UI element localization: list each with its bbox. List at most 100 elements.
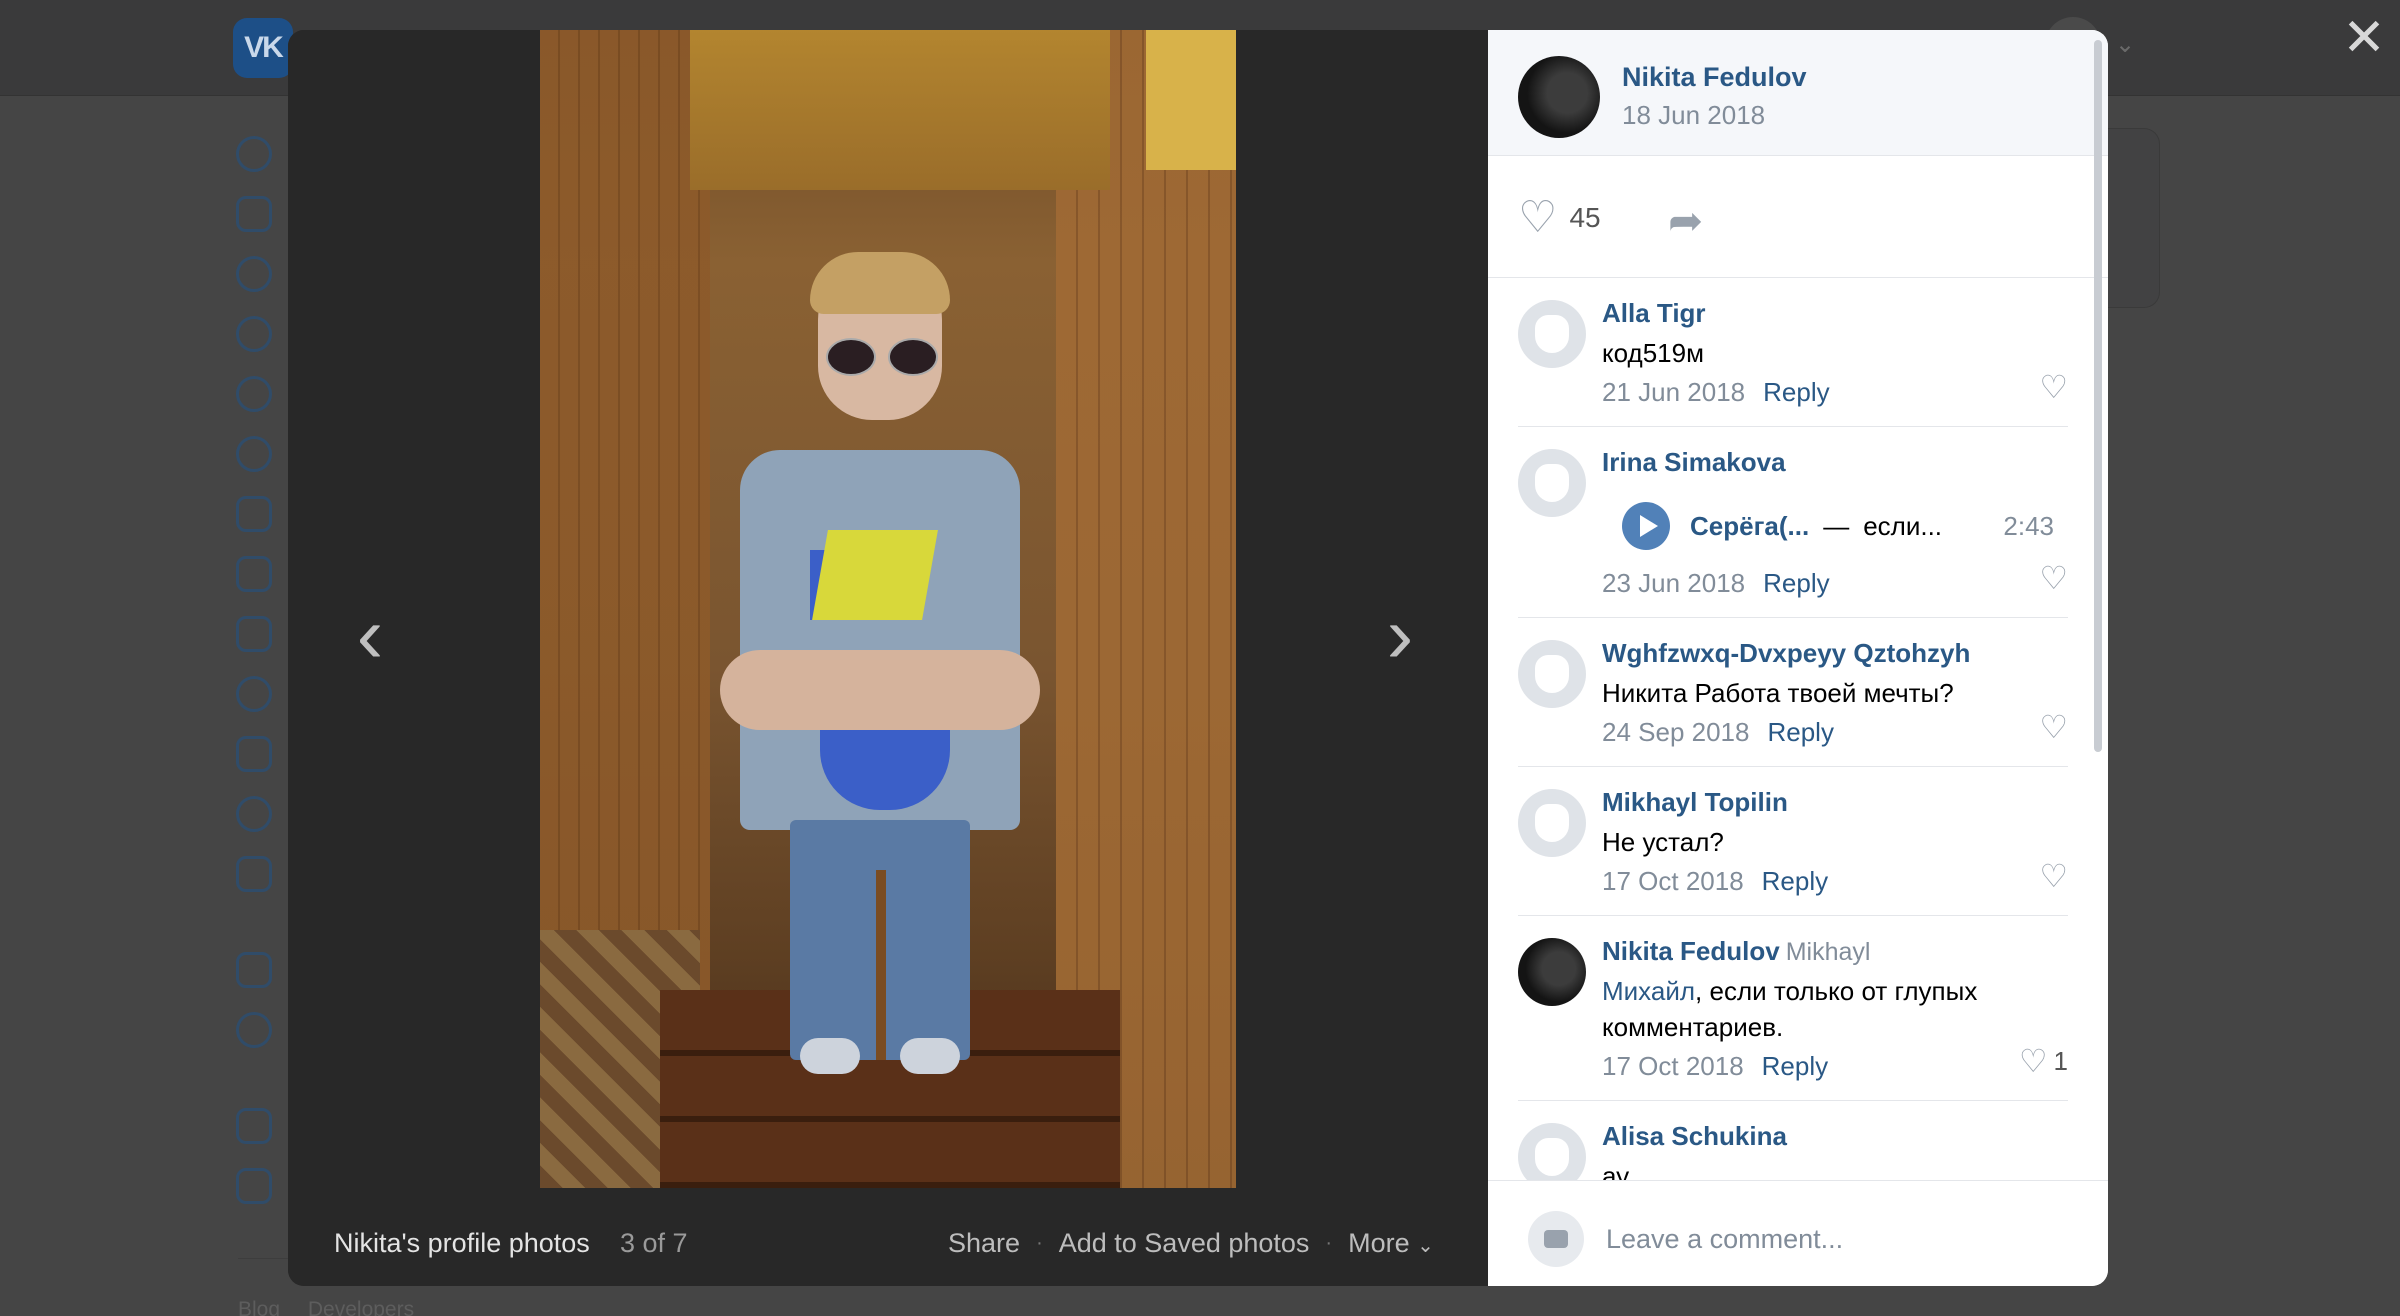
comment-item: Irina Simakova Серёга(... — если... 2:43… [1518, 427, 2068, 618]
comment-author[interactable]: Mikhayl Topilin [1602, 787, 2068, 818]
comment-date[interactable]: 21 Jun 2018 [1602, 377, 1745, 407]
post-header: Nikita Fedulov 18 Jun 2018 [1488, 30, 2108, 156]
audio-artist[interactable]: Серёга(... [1690, 511, 1809, 542]
heart-icon: ♡ [2039, 369, 2068, 405]
heart-icon: ♡ [2039, 709, 2068, 745]
comment-date[interactable]: 24 Sep 2018 [1602, 717, 1749, 747]
reply-button[interactable]: Reply [1763, 568, 1829, 598]
author-name[interactable]: Nikita Fedulov [1622, 62, 1807, 93]
chevron-right-icon[interactable]: › [1370, 595, 1430, 675]
audio-title: если... [1863, 510, 1943, 541]
audio-separator: — [1823, 510, 1850, 541]
comment-item: Nikita Fedulov Mikhayl Михайл, если тольк… [1518, 916, 2068, 1101]
comment-date[interactable]: 23 Jun 2018 [1602, 568, 1745, 598]
comment-date[interactable]: 17 Oct 2018 [1602, 1051, 1744, 1081]
camera-icon[interactable] [1528, 1211, 1584, 1267]
comment-like-button[interactable]: ♡ [2039, 708, 2068, 746]
calls-icon [236, 316, 272, 352]
separator-dot: · [1325, 1231, 1333, 1254]
footer-link-blog: Blog [238, 1298, 281, 1316]
avatar[interactable] [1518, 300, 1586, 368]
chevron-down-icon: ⌄ [2115, 31, 2136, 58]
album-title[interactable]: Nikita's profile photos [334, 1228, 590, 1259]
reply-button[interactable]: Reply [1762, 866, 1828, 896]
footer-link-developers: Developers [307, 1298, 415, 1316]
play-icon[interactable] [1622, 502, 1670, 550]
avatar[interactable] [1518, 789, 1586, 857]
comment-author[interactable]: Irina Simakova [1602, 447, 2068, 478]
background-footer: Blog Developers [238, 1298, 436, 1316]
comment-item: Alla Tigr код519м 21 Jun 2018 Reply ♡ [1518, 278, 2068, 427]
share-link[interactable]: Share [948, 1228, 1020, 1259]
bookmarks-icon [236, 1108, 272, 1144]
comment-like-count: 1 [2053, 1045, 2068, 1076]
reply-to-name[interactable]: Mikhayl [1786, 938, 1871, 966]
chevron-left-icon[interactable]: ‹ [340, 595, 400, 675]
music-icon [236, 556, 272, 592]
more-label: More [1348, 1227, 1410, 1258]
comment-author[interactable]: Alisa Schukina [1602, 1121, 2068, 1152]
comment-author[interactable]: Alla Tigr [1602, 298, 2068, 329]
messages-icon [236, 256, 272, 292]
comment-item: Wghfzwxq-Dvxpeyy Qztohzyh Никита Работа … [1518, 618, 2068, 767]
photo-viewer: ‹ › Nikita's profile photos 3 of 7 Share… [288, 30, 1488, 1286]
profile-icon [236, 136, 272, 172]
comment-like-button[interactable]: ♡ [2039, 857, 2068, 895]
services-icon [236, 952, 272, 988]
post-actions: ♡ 45 ➦ [1488, 156, 2108, 278]
games-icon [236, 736, 272, 772]
audio-attachment: Серёга(... — если... 2:43 [1622, 502, 2068, 550]
comment-date[interactable]: 17 Oct 2018 [1602, 866, 1744, 896]
comment-composer [1488, 1180, 2108, 1286]
avatar[interactable] [1518, 449, 1586, 517]
comments-panel: Nikita Fedulov 18 Jun 2018 ♡ 45 ➦ Alla T… [1488, 30, 2108, 1286]
ads-icon [236, 1168, 272, 1204]
comment-author[interactable]: Wghfzwxq-Dvxpeyy Qztohzyh [1602, 638, 2068, 669]
videos-icon [236, 616, 272, 652]
photo-actions: Share · Add to Saved photos · More ⌄ [948, 1228, 1434, 1259]
market-icon [236, 856, 272, 892]
chevron-down-icon: ⌄ [1417, 1234, 1434, 1257]
save-photo-link[interactable]: Add to Saved photos [1059, 1228, 1310, 1259]
payments-icon [236, 1012, 272, 1048]
background-card [2108, 128, 2160, 308]
stickers-icon [236, 796, 272, 832]
more-menu[interactable]: More ⌄ [1348, 1228, 1434, 1259]
viewer-footer: Nikita's profile photos 3 of 7 Share · A… [288, 1218, 1488, 1268]
reply-button[interactable]: Reply [1763, 377, 1829, 407]
comment-text: Никита Работа твоей мечты? [1602, 678, 1954, 708]
heart-icon: ♡ [1518, 193, 1558, 242]
communities-icon [236, 436, 272, 472]
post-date[interactable]: 18 Jun 2018 [1622, 100, 1765, 131]
like-button[interactable]: ♡ 45 [1518, 196, 1601, 240]
photo[interactable] [540, 30, 1236, 1188]
avatar[interactable] [1518, 938, 1586, 1006]
scrollbar[interactable] [2094, 40, 2102, 752]
comment-like-button[interactable]: ♡ [2039, 368, 2068, 406]
background-sidebar [236, 136, 280, 1228]
separator-dot: · [1036, 1231, 1043, 1254]
photos-icon [236, 496, 272, 532]
mention-link[interactable]: Михайл [1602, 976, 1695, 1006]
photo-counter: 3 of 7 [620, 1227, 688, 1258]
reply-button[interactable]: Reply [1762, 1051, 1828, 1081]
comment-text: код519м [1602, 338, 1704, 368]
reply-button[interactable]: Reply [1767, 717, 1833, 747]
audio-duration: 2:43 [2003, 510, 2054, 541]
comment-text: Не устал? [1602, 827, 1724, 857]
vk-logo: VK [233, 18, 293, 78]
avatar[interactable] [1518, 640, 1586, 708]
comment-like-button[interactable]: ♡ 1 [2019, 1042, 2068, 1080]
comment-input[interactable] [1606, 1209, 2066, 1269]
avatar[interactable] [1518, 56, 1600, 138]
comment-like-button[interactable]: ♡ [2039, 559, 2068, 597]
close-icon[interactable]: ✕ [2340, 12, 2388, 64]
heart-icon: ♡ [2039, 560, 2068, 596]
clips-icon [236, 676, 272, 712]
heart-icon: ♡ [2018, 1043, 2048, 1079]
share-icon[interactable]: ➦ [1668, 196, 1703, 245]
comment-author[interactable]: Nikita Fedulov [1602, 936, 1780, 966]
heart-icon: ♡ [2039, 858, 2068, 894]
like-count: 45 [1569, 202, 1601, 233]
comment-item: Mikhayl Topilin Не устал? 17 Oct 2018 Rep… [1518, 767, 2068, 916]
